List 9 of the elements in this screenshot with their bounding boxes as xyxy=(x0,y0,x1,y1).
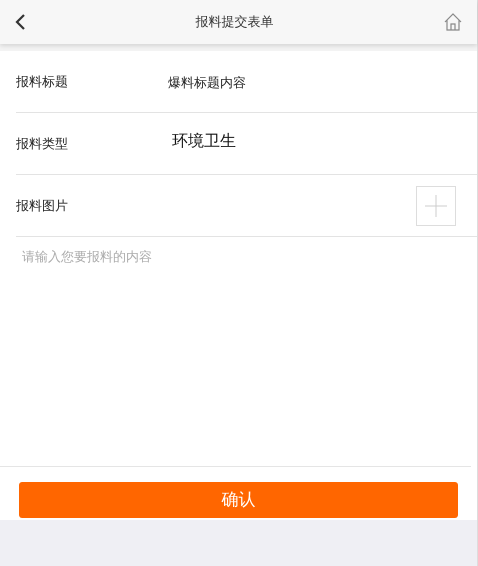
field-label: 报料类型 xyxy=(16,134,69,153)
plus-icon xyxy=(425,194,447,216)
home-icon[interactable] xyxy=(443,12,463,32)
back-icon[interactable] xyxy=(14,13,26,31)
type-select[interactable]: 环境卫生 xyxy=(172,130,236,154)
page-title: 报料提交表单 xyxy=(196,13,274,32)
field-label: 报料标题 xyxy=(16,72,69,91)
field-label: 报料图片 xyxy=(16,196,69,215)
title-field[interactable]: 爆料标题内容 xyxy=(168,72,246,92)
